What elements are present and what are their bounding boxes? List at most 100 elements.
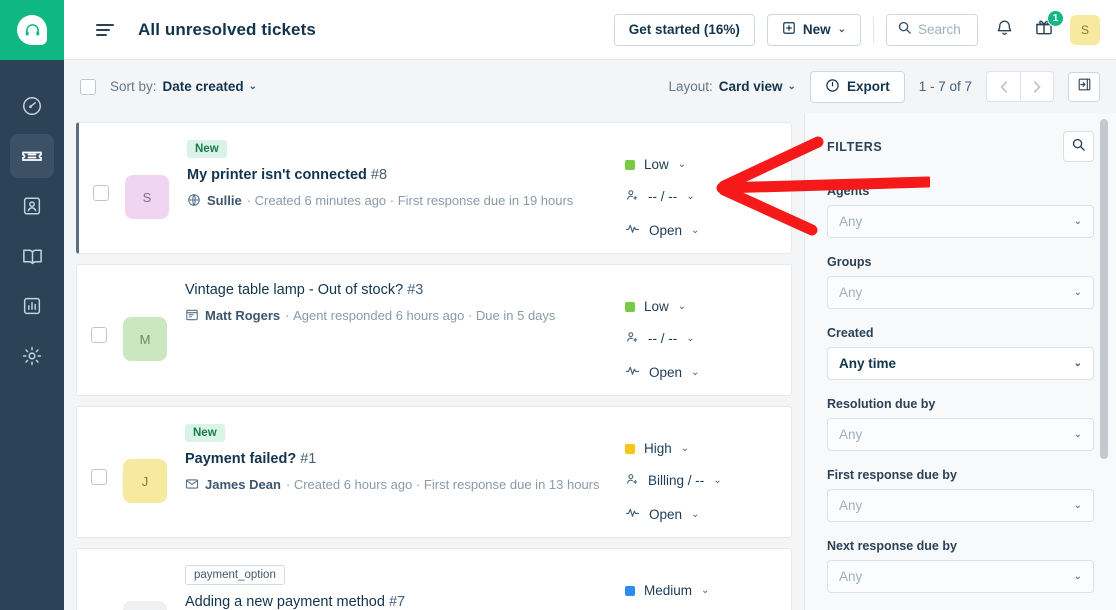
ticket-checkbox[interactable] xyxy=(91,469,107,485)
ticket-priority-dropdown[interactable]: Low ⌄ xyxy=(625,299,775,314)
filters-search-button[interactable] xyxy=(1063,131,1094,162)
bell-icon xyxy=(995,18,1014,42)
ticket-card[interactable]: J New Payment failed? #1 James Dean · Create… xyxy=(76,406,792,538)
avatar: M xyxy=(123,317,167,361)
filter-field: Agents Any ⌄ xyxy=(827,184,1094,238)
chevron-down-icon: ⌄ xyxy=(1073,500,1082,511)
avatar: P xyxy=(123,601,167,610)
ticket-properties: High ⌄ Billing / -- ⌄ Open ⌄ xyxy=(625,421,775,523)
ticket-status-dropdown[interactable]: Open ⌄ xyxy=(625,221,775,239)
sidebar-item-knowledge-base[interactable] xyxy=(10,234,54,278)
filter-select[interactable]: Any ⌄ xyxy=(827,276,1094,309)
filter-select[interactable]: Any ⌄ xyxy=(827,205,1094,238)
ticket-card[interactable]: S New My printer isn't connected #8 Sullie ·… xyxy=(76,122,792,254)
export-label: Export xyxy=(846,79,890,94)
divider xyxy=(873,16,874,43)
book-icon xyxy=(21,245,44,268)
filter-select[interactable]: Any time ⌄ xyxy=(827,347,1094,380)
ticket-id: #8 xyxy=(370,167,388,183)
ticket-assignee-dropdown[interactable]: -- / -- ⌄ xyxy=(625,330,775,347)
ticket-status-dropdown[interactable]: Open ⌄ xyxy=(625,505,775,523)
layout-dropdown[interactable]: Card view ⌄ xyxy=(719,79,796,94)
left-nav-rail xyxy=(0,0,64,610)
ticket-checkbox[interactable] xyxy=(91,327,107,343)
ticket-checkbox[interactable] xyxy=(93,185,109,201)
sidebar-item-contacts[interactable] xyxy=(10,184,54,228)
new-button[interactable]: New ⌄ xyxy=(766,13,861,46)
filter-field: Created Any time ⌄ xyxy=(827,326,1094,380)
filter-label: Agents xyxy=(827,184,870,198)
chevron-down-icon: ⌄ xyxy=(1073,287,1082,298)
ticket-card[interactable]: Ppayment_option Adding a new payment meth… xyxy=(76,548,792,610)
collapse-panel-icon xyxy=(1077,77,1092,97)
search-icon xyxy=(897,20,912,40)
prev-page-button[interactable] xyxy=(987,72,1020,101)
filter-fields: Agents Any ⌄ Groups Any ⌄ Created Any time ⌄ Reso… xyxy=(827,184,1094,593)
export-icon xyxy=(825,78,840,96)
chevron-down-icon: ⌄ xyxy=(677,301,687,312)
ticket-meta: James Dean · Created 6 hours ago · First … xyxy=(185,475,625,495)
next-page-button[interactable] xyxy=(1020,72,1053,101)
sidebar-item-admin[interactable] xyxy=(10,334,54,378)
ticket-priority-dropdown[interactable]: Medium ⌄ xyxy=(625,583,775,598)
filter-select[interactable]: Any ⌄ xyxy=(827,560,1094,593)
filter-label: Groups xyxy=(827,255,872,269)
ticket-status-value: Open xyxy=(649,222,683,238)
sidebar-item-reports[interactable] xyxy=(10,284,54,328)
chevron-down-icon: ⌄ xyxy=(680,443,690,454)
ticket-title[interactable]: Vintage table lamp - Out of stock? #3 xyxy=(185,281,625,299)
get-started-label: Get started (16%) xyxy=(628,22,740,37)
filter-select[interactable]: Any ⌄ xyxy=(827,418,1094,451)
globe-icon xyxy=(187,193,201,213)
ticket-assignee-dropdown[interactable]: Billing / -- ⌄ xyxy=(625,472,775,489)
ticket-assignee-dropdown[interactable]: -- / -- ⌄ xyxy=(625,188,775,205)
layout-label: Layout: xyxy=(668,79,713,94)
avatar: J xyxy=(123,459,167,503)
activity-icon xyxy=(625,505,640,523)
speedometer-icon xyxy=(21,95,43,117)
filter-value: Any time xyxy=(839,356,897,371)
chevron-down-icon: ⌄ xyxy=(691,366,700,378)
ticket-card[interactable]: M Vintage table lamp - Out of stock? #3 Ma… xyxy=(76,264,792,396)
sidebar-item-dashboard[interactable] xyxy=(10,84,54,128)
select-all-checkbox[interactable] xyxy=(80,78,96,95)
filters-scrollbar-thumb[interactable] xyxy=(1100,119,1108,459)
ticket-activity: · Created 6 minutes ago · First response… xyxy=(246,193,574,209)
chevron-down-icon: ⌄ xyxy=(1073,571,1082,582)
chevron-down-icon: ⌄ xyxy=(701,585,710,596)
chevron-down-icon: ⌄ xyxy=(787,81,796,92)
ticket-title[interactable]: My printer isn't connected #8 xyxy=(187,166,625,184)
person-icon xyxy=(625,330,639,347)
ticket-priority-value: High xyxy=(644,441,672,456)
list-toolbar: Sort by: Date created ⌄ Layout: Card vie… xyxy=(64,60,1116,113)
new-label: New xyxy=(802,22,831,37)
ticket-activity: · Created 6 hours ago · First response d… xyxy=(285,477,600,493)
person-icon xyxy=(625,472,639,489)
chevron-down-icon: ⌄ xyxy=(677,159,687,170)
toggle-filters-panel-button[interactable] xyxy=(1068,71,1100,102)
filters-scrollbar-track[interactable] xyxy=(1100,113,1112,610)
ticket-title[interactable]: Payment failed? #1 xyxy=(185,450,625,468)
contact-card-icon xyxy=(21,195,43,217)
ticket-body: New Payment failed? #1 James Dean · Created… xyxy=(167,421,625,523)
ticket-status-dropdown[interactable]: Open ⌄ xyxy=(625,363,775,381)
filters-title: FILTERS xyxy=(827,139,883,154)
filter-label: Next response due by xyxy=(827,539,957,553)
notifications-button[interactable] xyxy=(990,16,1018,44)
ticket-meta: Matt Rogers · Agent responded 6 hours ago… xyxy=(185,306,625,326)
get-started-button[interactable]: Get started (16%) xyxy=(613,13,755,46)
ticket-properties: Low ⌄ -- / -- ⌄ Open ⌄ xyxy=(625,279,775,381)
ticket-priority-dropdown[interactable]: High ⌄ xyxy=(625,441,775,456)
avatar[interactable]: S xyxy=(1070,14,1100,45)
whats-new-button[interactable]: 1 xyxy=(1030,9,1064,44)
export-button[interactable]: Export xyxy=(809,70,905,103)
hamburger-icon[interactable] xyxy=(90,15,120,45)
ticket-title[interactable]: Adding a new payment method #7 xyxy=(185,593,625,610)
filter-select[interactable]: Any ⌄ xyxy=(827,489,1094,522)
search-input[interactable]: Search xyxy=(886,13,978,46)
sidebar-item-tickets[interactable] xyxy=(10,134,54,178)
sort-by-dropdown[interactable]: Date created ⌄ xyxy=(163,79,257,94)
ticket-priority-dropdown[interactable]: Low ⌄ xyxy=(625,157,775,172)
app-logo[interactable] xyxy=(0,0,64,60)
ticket-requester: Sullie xyxy=(207,193,242,209)
